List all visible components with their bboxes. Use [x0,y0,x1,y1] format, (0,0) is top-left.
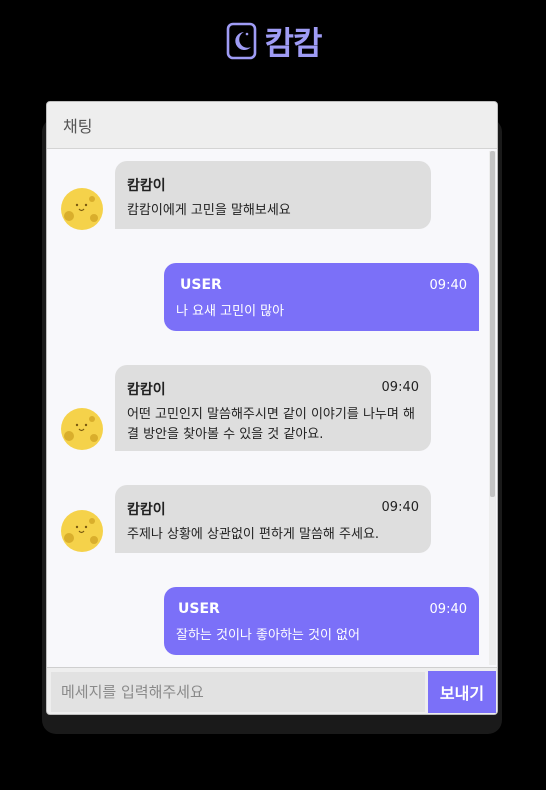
moon-card-icon [226,22,256,60]
message-bubble-bot: 캄캄이 09:40 주제나 상황에 상관없이 편하게 말씀해 주세요. [115,485,431,553]
message-sender: 캄캄이 [127,382,166,398]
message-time: 09:40 [429,602,467,617]
message-text: 주제나 상황에 상관없이 편하게 말씀해 주세요. [127,527,380,542]
chat-title: 채팅 [63,117,93,136]
message-input[interactable] [51,672,425,712]
message-time: 09:40 [381,500,419,515]
moon-avatar-icon [61,510,103,552]
message-sender: 캄캄이 [127,178,166,194]
brand-logo: 캄캄 [0,18,546,64]
message-sender: USER [180,277,222,293]
send-button[interactable]: 보내기 [428,671,496,713]
message-text: 나 요새 고민이 많아 [176,304,285,319]
message-time: 09:40 [381,380,419,395]
message-bubble-bot: 캄캄이 캄캄이에게 고민을 말해보세요 [115,161,431,229]
chat-window: 채팅 캄캄이 캄캄이에게 고민을 말해보세요 USER 09:40 나 요새 고… [46,101,498,715]
chat-header: 채팅 [47,102,497,149]
message-bubble-user: USER 09:40 잘하는 것이나 좋아하는 것이 없어 [164,587,479,655]
message-text: 캄캄이에게 고민을 말해보세요 [127,203,291,218]
brand-name: 캄캄 [264,24,323,62]
message-sender: USER [178,601,220,617]
moon-avatar-icon [61,408,103,450]
message-bubble-user: USER 09:40 나 요새 고민이 많아 [164,263,479,331]
message-time: 09:40 [429,278,467,293]
message-sender: 캄캄이 [127,502,166,518]
message-text: 어떤 고민인지 말씀해주시면 같이 이야기를 나누며 해결 방안을 찾아볼 수 … [127,407,415,442]
scrollbar[interactable] [489,151,496,665]
moon-avatar-icon [61,188,103,230]
message-list[interactable]: 캄캄이 캄캄이에게 고민을 말해보세요 USER 09:40 나 요새 고민이 … [47,149,497,667]
input-bar: 보내기 [47,667,497,714]
scrollbar-thumb[interactable] [490,151,495,497]
message-bubble-bot: 캄캄이 09:40 어떤 고민인지 말씀해주시면 같이 이야기를 나누며 해결 … [115,365,431,451]
message-text: 잘하는 것이나 좋아하는 것이 없어 [176,628,360,643]
